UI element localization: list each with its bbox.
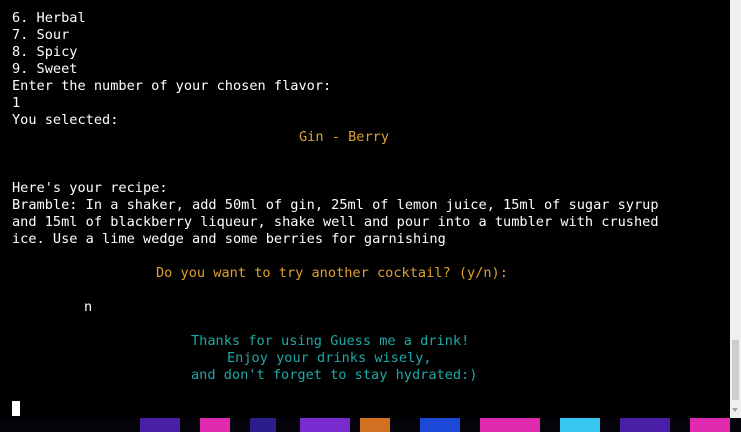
scrollbar-thumb[interactable] <box>732 340 739 400</box>
scroll-down-arrow-icon[interactable] <box>732 408 738 412</box>
selected-label: You selected: <box>12 112 119 128</box>
flavor-input: 1 <box>12 95 21 111</box>
text-cursor <box>12 401 20 416</box>
selected-value: Gin - Berry <box>299 129 390 145</box>
recipe-line: ice. Use a lime wedge and some berries f… <box>12 231 446 247</box>
farewell-line: Thanks for using Guess me a drink! <box>191 333 470 349</box>
background-art-bottom <box>0 418 741 432</box>
farewell-line: and don't forget to stay hydrated:) <box>191 367 478 383</box>
recipe-header: Here's your recipe: <box>12 180 168 196</box>
farewell-line: Enjoy your drinks wisely, <box>227 350 432 366</box>
retry-prompt: Do you want to try another cocktail? (y/… <box>156 265 508 281</box>
terminal-scrollbar[interactable] <box>730 0 741 418</box>
terminal-window[interactable]: 6. Herbal 7. Sour 8. Spicy 9. Sweet Ente… <box>0 0 730 418</box>
menu-option-spicy: 8. Spicy <box>12 44 78 60</box>
menu-option-herbal: 6. Herbal <box>12 10 86 26</box>
recipe-line: Bramble: In a shaker, add 50ml of gin, 2… <box>12 197 659 213</box>
flavor-prompt: Enter the number of your chosen flavor: <box>12 78 332 94</box>
menu-option-sour: 7. Sour <box>12 27 70 43</box>
menu-option-sweet: 9. Sweet <box>12 61 78 77</box>
retry-input: n <box>84 299 93 315</box>
recipe-line: and 15ml of blackberry liqueur, shake we… <box>12 214 659 230</box>
